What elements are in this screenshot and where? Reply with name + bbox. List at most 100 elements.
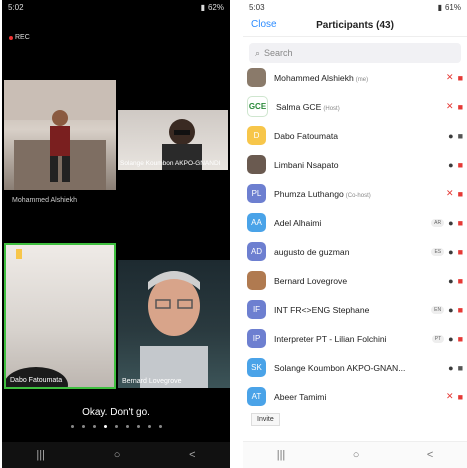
avatar: GCE (247, 96, 268, 117)
language-badge: EN (431, 305, 445, 314)
participant-row[interactable]: SK Solange Koumbon AKPO-GNAN... ● ■ (243, 353, 467, 382)
page-dot[interactable] (81, 425, 85, 428)
tile-name-solange: Solange Koumbon AKPO-GNANDI (120, 160, 221, 167)
page-dot-active[interactable] (103, 425, 107, 428)
role-tag: (Co-host) (345, 192, 371, 199)
language-badge: PT (431, 334, 445, 343)
page-dot[interactable] (158, 425, 162, 428)
avatar (247, 68, 266, 87)
participant-row[interactable]: AA Adel Alhaimi AR ● ■ (243, 208, 467, 237)
closed-caption: Okay. Don't go. (82, 407, 150, 418)
rec-label: REC (15, 34, 30, 41)
tile-name-bernard: Bernard Lovegrove (122, 378, 182, 385)
home-button[interactable]: ○ (114, 449, 121, 461)
search-icon: ⌕ (255, 47, 261, 58)
participant-controls: ● ■ (448, 276, 463, 286)
page-dot[interactable] (70, 425, 74, 428)
video-tile-mohammed[interactable] (4, 80, 116, 190)
mic-muted-icon: ✕ (446, 188, 454, 198)
video-icon: ■ (457, 130, 463, 141)
video-off-icon: ■ (457, 246, 463, 257)
participant-name: Limbani Nsapato (274, 159, 339, 170)
status-bar: 5:03 ▮ 61% (243, 0, 467, 14)
video-off-icon: ■ (457, 275, 463, 286)
mic-muted-icon: ✕ (446, 391, 454, 401)
page-dot[interactable] (125, 425, 129, 428)
participant-row[interactable]: D Dabo Fatoumata ● ■ (243, 121, 467, 150)
participant-controls: ✕ ■ (446, 391, 463, 402)
participant-row[interactable]: AD augusto de guzman ES ● ■ (243, 237, 467, 266)
status-icons: ▮ 61% (438, 3, 461, 12)
avatar (247, 271, 266, 290)
battery-icon: ▮ (200, 2, 205, 12)
page-dot[interactable] (147, 425, 151, 428)
avatar: SK (247, 358, 266, 377)
participant-name: Salma GCE (Host) (276, 101, 340, 112)
participant-row[interactable]: IF INT FR<>ENG Stephane EN ● ■ (243, 295, 467, 324)
participant-controls: ● ■ (448, 131, 463, 141)
search-input[interactable]: ⌕ Search (249, 43, 461, 63)
person-video-icon (6, 249, 68, 387)
participant-row[interactable]: PL Phumza Luthango (Co-host) ✕ ■ (243, 179, 467, 208)
participant-controls: ES ● ■ (431, 247, 463, 257)
page-indicator[interactable] (2, 425, 230, 428)
invite-button[interactable]: Invite (251, 413, 280, 426)
video-tile-dabo[interactable]: Dabo Fatoumata (4, 243, 116, 389)
participants-header: Close Participants (43) (243, 14, 467, 37)
language-badge: AR (431, 218, 445, 227)
video-off-icon: ■ (457, 159, 463, 170)
participant-name: Abeer Tamimi (274, 391, 327, 402)
participant-row[interactable]: Limbani Nsapato ● ■ (243, 150, 467, 179)
recording-indicator: REC (9, 34, 30, 41)
participant-row[interactable]: Bernard Lovegrove ● ■ (243, 266, 467, 295)
video-off-icon: ■ (457, 333, 463, 344)
recent-apps-button[interactable]: ||| (277, 449, 286, 461)
avatar: AD (247, 242, 266, 261)
video-tile-bernard[interactable]: Bernard Lovegrove (118, 260, 230, 388)
participant-name: Interpreter PT - Lilian Folchini (274, 333, 387, 344)
mic-muted-icon: ✕ (446, 72, 454, 82)
participant-name: Adel Alhaimi (274, 217, 322, 228)
person-video-icon (140, 271, 208, 388)
participant-controls: ● ■ (448, 363, 463, 373)
recent-apps-button[interactable]: ||| (36, 449, 45, 461)
role-tag: (me) (355, 76, 369, 83)
video-tile-solange[interactable]: Solange Koumbon AKPO-GNANDI (118, 110, 228, 170)
page-dot[interactable] (92, 425, 96, 428)
participant-name: Bernard Lovegrove (274, 275, 348, 286)
participant-list: Mohammed Alshiekh (me) ✕ ■ GCE Salma GCE (Host… (243, 63, 467, 411)
participant-name: INT FR<>ENG Stephane (274, 304, 370, 315)
page-dot[interactable] (136, 425, 140, 428)
mic-icon: ● (448, 159, 454, 170)
mic-icon: ● (448, 246, 454, 257)
participant-row[interactable]: GCE Salma GCE (Host) ✕ ■ (243, 92, 467, 121)
home-button[interactable]: ○ (353, 449, 360, 461)
participants-title: Participants (43) (316, 19, 394, 31)
status-icons: ▮ 62% (201, 3, 224, 12)
avatar: AT (247, 387, 266, 406)
mic-icon: ● (448, 362, 454, 373)
participant-controls: PT ● ■ (431, 333, 463, 344)
record-dot-icon (9, 35, 13, 40)
page-dot[interactable] (114, 425, 118, 428)
mic-icon: ● (448, 130, 454, 141)
back-button[interactable]: < (189, 449, 195, 461)
participant-name: Dabo Fatoumata (274, 130, 339, 141)
close-button[interactable]: Close (251, 19, 277, 30)
mic-icon: ● (448, 217, 454, 228)
avatar: AA (247, 213, 266, 232)
video-off-icon: ■ (457, 188, 463, 199)
android-nav-bar: ||| ○ < (2, 442, 230, 468)
avatar: IF (247, 300, 266, 319)
tile-name-mohammed: Mohammed Alshiekh (12, 197, 77, 204)
video-off-icon: ■ (457, 101, 463, 112)
language-badge: ES (431, 247, 445, 256)
back-button[interactable]: < (427, 449, 433, 461)
participant-name: Solange Koumbon AKPO-GNAN... (274, 362, 406, 373)
participant-row[interactable]: AT Abeer Tamimi ✕ ■ (243, 382, 467, 411)
participant-row[interactable]: Mohammed Alshiekh (me) ✕ ■ (243, 63, 467, 92)
avatar: PL (247, 184, 266, 203)
participant-name: Phumza Luthango (Co-host) (274, 188, 371, 199)
participant-controls: ✕ ■ (446, 101, 463, 112)
participant-row[interactable]: IP Interpreter PT - Lilian Folchini PT ● ■ (243, 324, 467, 353)
